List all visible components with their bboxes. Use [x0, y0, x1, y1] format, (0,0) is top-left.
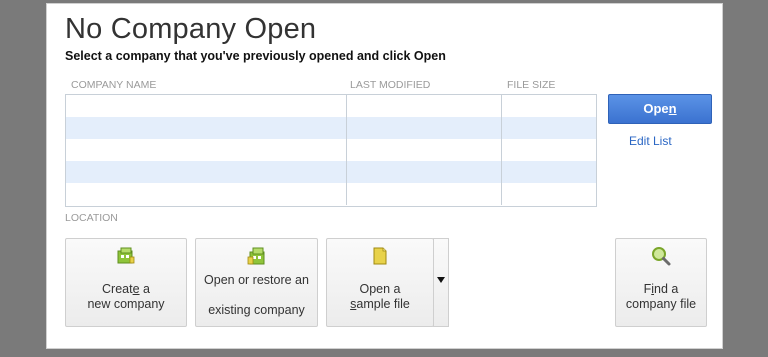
tile-label-line1: Open or restore an [204, 273, 309, 287]
tile-label-line2: new company [87, 297, 165, 311]
tile-label-line2: sample file [350, 297, 410, 311]
table-row[interactable] [66, 95, 596, 117]
tile-label-line2: company file [625, 297, 697, 311]
open-sample-file-button[interactable]: Open a sample file [326, 238, 434, 327]
open-restore-company-button[interactable]: Open or restore an existing company [195, 238, 318, 327]
find-company-file-button[interactable]: Find a company file [615, 238, 707, 327]
dropdown-arrow-icon [437, 277, 445, 283]
dialog-title: No Company Open [65, 13, 317, 45]
sample-file-dropdown-button[interactable] [433, 238, 449, 327]
tile-label-line1: Create a [102, 282, 150, 296]
create-new-company-button[interactable]: Create a new company [65, 238, 187, 327]
tile-label-line2: existing company [208, 303, 305, 317]
dialog-subtitle: Select a company that you've previously … [65, 49, 446, 63]
restore-company-icon [247, 247, 264, 265]
table-row[interactable] [66, 183, 596, 205]
column-header-file-size[interactable]: FILE SIZE [507, 79, 555, 91]
table-row[interactable] [66, 117, 596, 139]
table-row[interactable] [66, 161, 596, 183]
magnifier-icon [652, 247, 671, 266]
edit-list-link[interactable]: Edit List [629, 134, 672, 148]
tile-label-line1: Find a [643, 282, 679, 296]
new-company-icon [117, 247, 135, 264]
no-company-open-dialog: No Company Open Select a company that yo… [46, 3, 723, 349]
company-list-table[interactable] [65, 94, 597, 207]
tile-label-line1: Open a [359, 282, 401, 296]
column-header-company-name[interactable]: COMPANY NAME [71, 79, 156, 91]
column-header-last-modified[interactable]: LAST MODIFIED [350, 79, 430, 91]
sample-file-icon [373, 247, 387, 265]
table-row[interactable] [66, 139, 596, 161]
location-label: LOCATION [65, 212, 118, 224]
open-button[interactable]: Open [608, 94, 712, 124]
